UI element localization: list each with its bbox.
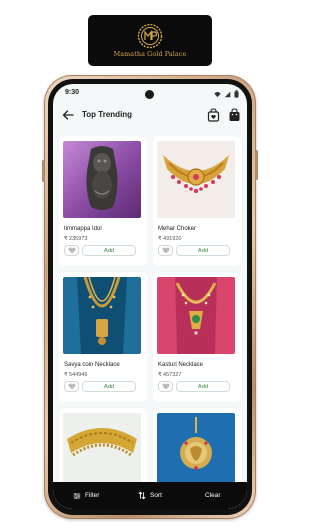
wishlist-toggle[interactable] — [64, 245, 79, 256]
heart-icon — [161, 383, 170, 390]
page-title: Top Trending — [82, 110, 133, 119]
product-image[interactable] — [157, 141, 235, 218]
sort-label: Sort — [150, 492, 162, 499]
add-to-cart-button[interactable]: Add — [82, 381, 136, 392]
product-card[interactable]: Kasturi Necklace ₹ 457327 Add — [153, 272, 241, 402]
product-price: ₹ 235973 — [64, 236, 88, 242]
wishlist-button[interactable] — [207, 108, 220, 122]
front-camera — [145, 90, 154, 99]
status-icons — [214, 90, 239, 98]
product-card[interactable]: timmappa Idol ₹ 235973 Add — [59, 136, 147, 266]
bottom-action-bar: Filter Sort Clear — [53, 482, 247, 509]
phone-side-button — [42, 160, 45, 182]
filter-button[interactable]: Filter — [73, 482, 99, 509]
heart-icon — [161, 247, 170, 254]
phone-screen: 9:30 Top Trending timmappa Idol ₹ 235973… — [53, 84, 247, 509]
product-name: timmappa Idol — [64, 226, 102, 232]
product-name: Mehar Choker — [158, 226, 197, 232]
clear-button[interactable]: Clear — [205, 482, 221, 509]
wishlist-toggle[interactable] — [158, 245, 173, 256]
monogram-emblem-icon — [137, 23, 163, 49]
wifi-icon — [214, 91, 221, 97]
brand-logo: Mamatha Gold Palace — [88, 15, 212, 66]
wishlist-toggle[interactable] — [158, 381, 173, 392]
heart-icon — [67, 247, 76, 254]
phone-side-button — [255, 150, 258, 180]
add-to-cart-button[interactable]: Add — [176, 245, 230, 256]
add-to-cart-button[interactable]: Add — [82, 245, 136, 256]
heart-icon — [67, 383, 76, 390]
battery-icon — [234, 90, 239, 98]
product-image[interactable] — [157, 277, 235, 354]
product-name: Kasturi Necklace — [158, 362, 204, 368]
signal-icon — [224, 91, 231, 97]
product-price: ₹ 491920 — [158, 236, 182, 242]
product-card[interactable]: Mehar Choker ₹ 491920 Add — [153, 136, 241, 266]
shopping-bag-icon — [229, 108, 240, 121]
heart-bag-icon — [207, 108, 220, 122]
product-image[interactable] — [63, 141, 141, 218]
filter-label: Filter — [85, 492, 100, 499]
back-button[interactable] — [61, 108, 75, 122]
wishlist-toggle[interactable] — [64, 381, 79, 392]
product-name: Savya coin Necklace — [64, 362, 120, 368]
cart-button[interactable] — [228, 108, 241, 122]
sort-arrows-icon — [138, 491, 146, 500]
product-image[interactable] — [63, 413, 141, 490]
status-time: 9:30 — [65, 89, 80, 96]
filter-sliders-icon — [73, 492, 81, 499]
sort-button[interactable]: Sort — [138, 482, 162, 509]
product-card[interactable]: Savya coin Necklace ₹ 544946 Add — [59, 272, 147, 402]
product-price: ₹ 544946 — [64, 372, 88, 378]
arrow-left-icon — [62, 110, 74, 120]
add-to-cart-button[interactable]: Add — [176, 381, 230, 392]
product-image[interactable] — [63, 277, 141, 354]
product-image[interactable] — [157, 413, 235, 490]
app-bar: Top Trending — [53, 102, 247, 128]
product-price: ₹ 457327 — [158, 372, 182, 378]
brand-name: Mamatha Gold Palace — [113, 50, 187, 58]
clear-label: Clear — [205, 492, 221, 499]
